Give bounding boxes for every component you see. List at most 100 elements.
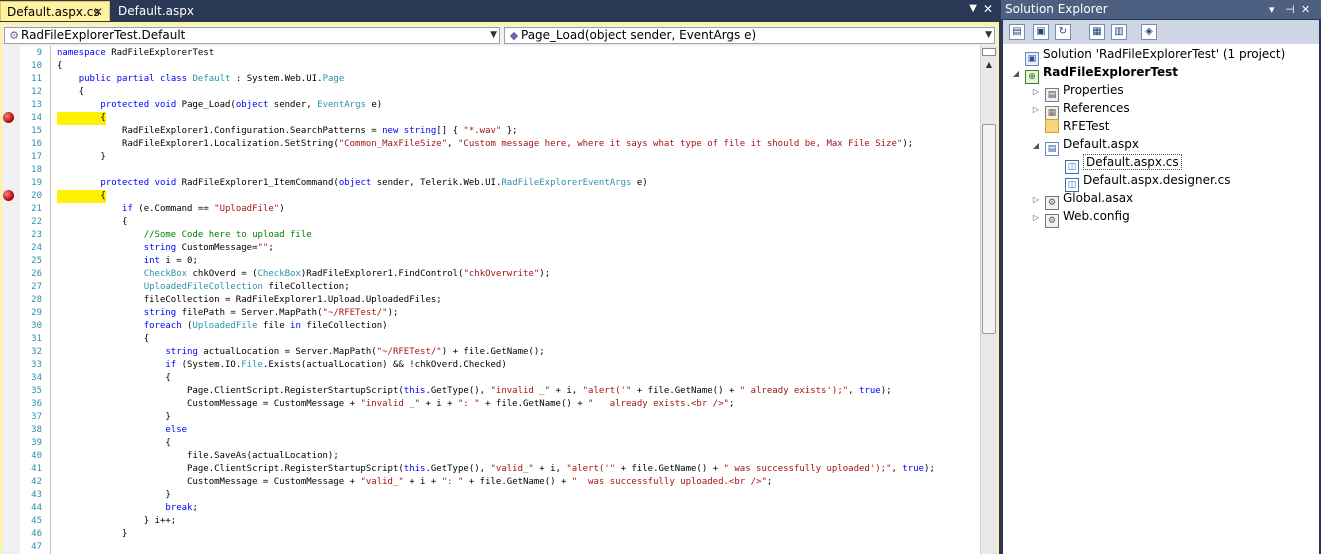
expand-arrow-icon[interactable]: ▷ xyxy=(1031,209,1041,227)
solution-explorer-pane: Solution Explorer ▾ ⊣ ✕ ▤ ▣ ↻ ▦ ▥ ◈ ▣ Sol… xyxy=(1001,0,1321,554)
code-line[interactable]: 42 CustomMessage = CustomMessage + "vali… xyxy=(2,476,980,489)
tree-node-default-aspx-cs[interactable]: ◫ Default.aspx.cs xyxy=(1051,153,1182,174)
code-line[interactable]: 34 { xyxy=(2,372,980,385)
code-line[interactable]: 20 { xyxy=(2,190,980,203)
line-number: 28 xyxy=(31,295,42,305)
code-text: Page.ClientScript.RegisterStartupScript(… xyxy=(57,464,935,474)
code-line[interactable]: 10 { xyxy=(2,60,980,73)
properties-icon[interactable]: ▤ xyxy=(1009,24,1025,40)
refresh-icon[interactable]: ↻ xyxy=(1055,24,1071,40)
close-icon[interactable]: ✕ xyxy=(93,2,103,22)
line-number: 11 xyxy=(31,74,42,84)
line-number: 18 xyxy=(31,165,42,175)
code-line[interactable]: 17 } xyxy=(2,151,980,164)
tree-node-global-asax[interactable]: ▷ ⚙ Global.asax xyxy=(1031,189,1133,210)
close-icon[interactable]: ✕ xyxy=(983,2,993,16)
code-line[interactable]: 22 { xyxy=(2,216,980,229)
line-number: 29 xyxy=(31,308,42,318)
line-number: 40 xyxy=(31,451,42,461)
code-line[interactable]: 23 //Some Code here to upload file xyxy=(2,229,980,242)
line-number: 37 xyxy=(31,412,42,422)
line-number: 27 xyxy=(31,282,42,292)
close-icon[interactable]: ✕ xyxy=(1301,0,1310,19)
line-number: 16 xyxy=(31,139,42,149)
code-line[interactable]: 30 foreach (UploadedFile file in fileCol… xyxy=(2,320,980,333)
line-number: 13 xyxy=(31,100,42,110)
view-designer-icon[interactable]: ▥ xyxy=(1111,24,1127,40)
window-position-icon[interactable]: ▾ xyxy=(1269,0,1275,19)
view-code-icon[interactable]: ▦ xyxy=(1089,24,1105,40)
code-line[interactable]: 26 CheckBox chkOverd = (CheckBox)RadFile… xyxy=(2,268,980,281)
code-line[interactable]: 29 string filePath = Server.MapPath("~/R… xyxy=(2,307,980,320)
code-line[interactable]: 19 protected void RadFileExplorer1_ItemC… xyxy=(2,177,980,190)
code-area[interactable]: 9 namespace RadFileExplorerTest 10 {11 publ… xyxy=(2,46,980,554)
code-text: } xyxy=(57,152,106,162)
tree-node-references[interactable]: ▷ ▦ References xyxy=(1031,99,1130,120)
pin-icon[interactable]: ⊣ xyxy=(1285,0,1295,19)
code-line[interactable]: 14 { xyxy=(2,112,980,125)
code-line[interactable]: 11 public partial class Default : System… xyxy=(2,73,980,86)
chevron-down-icon[interactable]: ▼ xyxy=(985,28,992,43)
document-tab-strip: Default.aspx.cs ✕ Default.aspx ▼ ✕ xyxy=(0,0,999,22)
code-line[interactable]: 13 protected void Page_Load(object sende… xyxy=(2,99,980,112)
tree-node-web-config[interactable]: ▷ ⚙ Web.config xyxy=(1031,207,1130,228)
class-dropdown[interactable]: ⚙ RadFileExplorerTest.Default ▼ xyxy=(4,27,500,44)
chevron-down-icon[interactable]: ▼ xyxy=(969,3,977,14)
splitter-handle[interactable] xyxy=(982,48,996,56)
tree-node-solution[interactable]: ▣ Solution 'RadFileExplorerTest' (1 proje… xyxy=(1011,45,1286,66)
code-line[interactable]: 43 } xyxy=(2,489,980,502)
line-number: 34 xyxy=(31,373,42,383)
code-line[interactable]: 25 int i = 0; xyxy=(2,255,980,268)
line-number: 12 xyxy=(31,87,42,97)
tab-default-aspx-cs[interactable]: Default.aspx.cs ✕ xyxy=(0,1,110,21)
line-number: 45 xyxy=(31,516,42,526)
line-number: 44 xyxy=(31,503,42,513)
code-line[interactable]: 16 RadFileExplorer1.Localization.SetStri… xyxy=(2,138,980,151)
member-dropdown[interactable]: ◆ Page_Load(object sender, EventArgs e) ▼ xyxy=(504,27,995,44)
code-line[interactable]: 46 } xyxy=(2,528,980,541)
line-number: 25 xyxy=(31,256,42,266)
scrollbar-thumb[interactable] xyxy=(982,124,996,334)
code-line[interactable]: 21 if (e.Command == "UploadFile") xyxy=(2,203,980,216)
code-line[interactable]: 24 string CustomMessage=""; xyxy=(2,242,980,255)
code-text: //Some Code here to upload file xyxy=(143,230,312,240)
code-line[interactable]: 36 CustomMessage = CustomMessage + "inva… xyxy=(2,398,980,411)
collapse-arrow-icon[interactable]: ◢ xyxy=(1031,137,1041,155)
code-line[interactable]: 45 } i++; xyxy=(2,515,980,528)
code-line[interactable]: 39 { xyxy=(2,437,980,450)
code-line[interactable]: 41 Page.ClientScript.RegisterStartupScri… xyxy=(2,463,980,476)
code-line[interactable]: 27 UploadedFileCollection fileCollection… xyxy=(2,281,980,294)
code-line[interactable]: 44 break; xyxy=(2,502,980,515)
code-line[interactable]: 32 string actualLocation = Server.MapPat… xyxy=(2,346,980,359)
chevron-down-icon[interactable]: ▼ xyxy=(490,28,497,43)
class-icon: ⚙ xyxy=(9,29,19,42)
tab-default-aspx[interactable]: Default.aspx xyxy=(112,1,194,21)
code-line[interactable]: 31 { xyxy=(2,333,980,346)
aspnet-config-icon[interactable]: ◈ xyxy=(1141,24,1157,40)
code-line[interactable]: 9 namespace RadFileExplorerTest xyxy=(2,47,980,60)
code-line[interactable]: 47 xyxy=(2,541,980,554)
tree-node-project[interactable]: ◢ ⊕ RadFileExplorerTest xyxy=(1011,63,1178,84)
code-line[interactable]: 37 } xyxy=(2,411,980,424)
breakpoint-icon[interactable] xyxy=(3,112,14,123)
scroll-up-icon[interactable]: ▲ xyxy=(982,58,996,72)
tree-node-default-aspx[interactable]: ◢ ▤ Default.aspx xyxy=(1031,135,1139,156)
code-line[interactable]: 28 fileCollection = RadFileExplorer1.Upl… xyxy=(2,294,980,307)
tree-node-rfetest-folder[interactable]: RFETest xyxy=(1031,117,1109,135)
code-line[interactable]: 38 else xyxy=(2,424,980,437)
code-line[interactable]: 33 if (System.IO.File.Exists(actualLocat… xyxy=(2,359,980,372)
tree-node-label: Solution 'RadFileExplorerTest' (1 projec… xyxy=(1043,47,1286,61)
code-line[interactable]: 40 file.SaveAs(actualLocation); xyxy=(2,450,980,463)
code-line[interactable]: 15 RadFileExplorer1.Configuration.Search… xyxy=(2,125,980,138)
code-line[interactable]: 35 Page.ClientScript.RegisterStartupScri… xyxy=(2,385,980,398)
collapse-arrow-icon[interactable]: ◢ xyxy=(1011,65,1021,83)
code-line[interactable]: 18 xyxy=(2,164,980,177)
breakpoint-icon[interactable] xyxy=(3,190,14,201)
tree-node-label: Default.aspx.cs xyxy=(1083,154,1182,170)
tree-node-properties[interactable]: ▷ ▤ Properties xyxy=(1031,81,1124,102)
code-line[interactable]: 12 { xyxy=(2,86,980,99)
vertical-scrollbar[interactable]: ▲ xyxy=(980,46,997,554)
show-all-files-icon[interactable]: ▣ xyxy=(1033,24,1049,40)
code-text: protected void RadFileExplorer1_ItemComm… xyxy=(100,178,648,188)
tree-node-default-aspx-designer-cs[interactable]: ◫ Default.aspx.designer.cs xyxy=(1051,171,1231,192)
